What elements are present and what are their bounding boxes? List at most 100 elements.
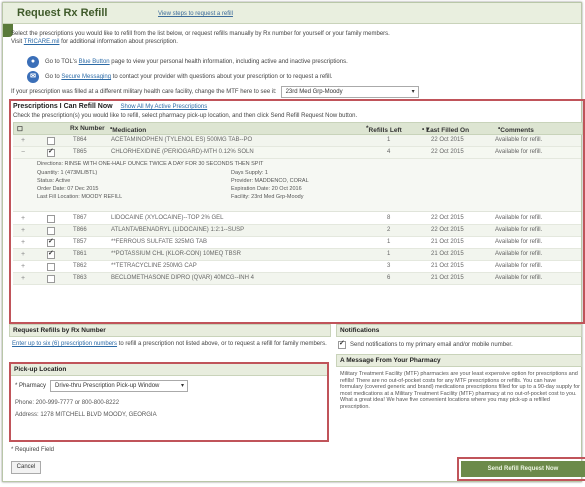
last-filled: 22 Oct 2015 <box>431 215 464 221</box>
pharmacy-select[interactable]: Drive-thru Prescription Pick-up Window ▾ <box>50 380 189 392</box>
last-filled: 21 Oct 2015 <box>431 239 464 245</box>
steps-link[interactable]: View steps to request a refill <box>158 11 233 17</box>
prescriptions-title-text: Prescriptions I Can Refill Now <box>13 103 113 110</box>
refills-left: 4 <box>387 149 391 155</box>
comment: Available for refill. <box>495 227 543 233</box>
col-last-filled[interactable]: • Last Filled On ▾ <box>422 125 469 134</box>
rx-number-title: Request Refills by Rx Number <box>9 324 331 337</box>
bullet2-text: Go to Secure Messaging to contact your p… <box>45 74 333 80</box>
prescriptions-note: Check the prescription(s) you would like… <box>13 113 358 119</box>
bullet1-post: page to view your personal health inform… <box>109 59 348 65</box>
last-filled: 22 Oct 2015 <box>431 137 464 143</box>
refills-left: 1 <box>387 137 391 143</box>
send-button-frame: Send Refill Request Now <box>457 457 585 481</box>
expand-icon[interactable]: + <box>21 227 25 234</box>
last-filled: 22 Oct 2015 <box>431 149 464 155</box>
table-row[interactable]: + T861 **POTASSIUM CHL (KLOR-CON) 10MEQ … <box>13 249 581 261</box>
col-medication[interactable]: • Medication <box>110 125 146 134</box>
medication: BECLOMETHASONE DIPRO (QVAR) 40MCG--INH 4 <box>111 275 254 281</box>
message-body: Military Treatment Facility (MTF) pharma… <box>340 371 580 410</box>
refills-left: 8 <box>387 215 391 221</box>
refill-window: Request Rx Refill View steps to request … <box>2 2 585 482</box>
refills-left: 1 <box>387 251 391 257</box>
col-comments-label: Comments <box>500 127 534 134</box>
col-refills[interactable]: * Refills Left <box>366 125 402 134</box>
required-note: * Required Field <box>11 447 55 453</box>
rx-number-note: Enter up to six (6) prescription numbers… <box>9 341 331 348</box>
pickup-title: Pick-up Location <box>11 364 327 376</box>
refills-left: 2 <box>387 227 391 233</box>
expand-icon[interactable]: + <box>21 251 25 258</box>
enter-rx-numbers-link[interactable]: Enter up to six (6) prescription numbers <box>12 341 117 347</box>
table-row[interactable]: + T862 **TETRACYCLINE 250MG CAP 3 21 Oct… <box>13 261 581 273</box>
row-checkbox[interactable] <box>47 263 55 271</box>
table-row[interactable]: + T867 LIDOCAINE (XYLOCAINE)--TOP 2% GEL… <box>13 213 581 225</box>
expand-icon[interactable]: + <box>21 137 25 144</box>
row-checkbox[interactable] <box>47 147 55 157</box>
medication: **FERROUS SULFATE 325MG TAB <box>111 239 208 245</box>
col-comments[interactable]: • Comments <box>498 125 534 134</box>
prescriptions-title: Prescriptions I Can Refill Now Show All … <box>13 103 207 110</box>
expand-icon[interactable]: + <box>21 275 25 282</box>
facility-row: If your prescription was filled at a dif… <box>11 86 419 98</box>
rx-number: T865 <box>73 149 87 155</box>
col-refills-label: Refills Left <box>368 127 402 134</box>
bullet2-pre: Go to <box>45 74 62 80</box>
send-refill-button[interactable]: Send Refill Request Now <box>461 461 585 477</box>
table-row[interactable]: + T863 BECLOMETHASONE DIPRO (QVAR) 40MCG… <box>13 273 581 285</box>
intro-line2: Visit TRICARE.mil for additional informa… <box>11 38 571 46</box>
comment: Available for refill. <box>495 263 543 269</box>
expand-icon[interactable]: + <box>21 263 25 270</box>
show-all-link[interactable]: Show All My Active Prescriptions <box>121 104 208 110</box>
prescriptions-panel: Prescriptions I Can Refill Now Show All … <box>9 99 585 324</box>
detail-order-date: Order Date: 07 Dec 2015 <box>37 186 99 192</box>
secure-messaging-row: ✉ Go to Secure Messaging to contact your… <box>27 71 333 83</box>
intro-line1: Select the prescriptions you would like … <box>11 31 390 37</box>
detail-directions: Directions: RINSE WITH ONE-HALF OUNCE TW… <box>37 161 264 167</box>
row-checkbox[interactable] <box>47 249 55 259</box>
pharmacy-address: Address: 1278 MITCHELL BLVD MOODY, GEORG… <box>15 412 157 418</box>
col-medication-label: Medication <box>112 127 147 134</box>
refills-left: 1 <box>387 239 391 245</box>
bullet1-pre: Go to TOL's <box>45 59 79 65</box>
table-row[interactable]: + T866 ATLANTA/BENADRYL (LIDOCAINE) 1:2:… <box>13 225 581 237</box>
notifications-title: Notifications <box>336 324 582 337</box>
table-row[interactable]: + T864 ACETAMINOPHEN (TYLENOL ES) 500MG … <box>13 135 581 147</box>
select-all-icon[interactable]: ☐ <box>17 125 23 133</box>
pickup-panel: Pick-up Location * Pharmacy Drive-thru P… <box>9 362 329 442</box>
cancel-button[interactable]: Cancel <box>11 461 41 474</box>
row-checkbox[interactable] <box>47 275 55 283</box>
rx-number-note-text: to refill a prescription not listed abov… <box>117 341 327 347</box>
blue-button-link[interactable]: Blue Button <box>79 59 110 65</box>
row-checkbox[interactable] <box>47 227 55 235</box>
col-last-label: Last Filled On <box>426 127 470 134</box>
notifications-checkbox[interactable] <box>338 339 346 349</box>
table-row[interactable]: + T857 **FERROUS SULFATE 325MG TAB 1 21 … <box>13 237 581 249</box>
page-header: Request Rx Refill View steps to request … <box>3 3 581 24</box>
secure-messaging-link[interactable]: Secure Messaging <box>61 74 111 80</box>
collapse-icon[interactable]: − <box>21 149 25 156</box>
facility-label: If your prescription was filled at a dif… <box>11 89 277 95</box>
intro-line2-post: for additional information about prescri… <box>59 39 178 45</box>
facility-select-value: 23rd Med Grp-Moody <box>285 89 343 95</box>
comment: Available for refill. <box>495 149 543 155</box>
detail-days-supply: Days Supply: 1 <box>231 170 268 176</box>
refills-left: 6 <box>387 275 391 281</box>
row-checkbox[interactable] <box>47 137 55 145</box>
comment: Available for refill. <box>495 239 543 245</box>
facility-select[interactable]: 23rd Med Grp-Moody ▾ <box>280 86 419 98</box>
col-rx[interactable]: Rx Number <box>70 125 105 132</box>
blue-button-row: ● Go to TOL's Blue Button page to view y… <box>27 56 348 68</box>
tricare-link[interactable]: TRICARE.mil <box>24 39 60 45</box>
comment: Available for refill. <box>495 251 543 257</box>
pharmacy-phone: Phone: 200-999-7777 or 800-800-8222 <box>15 400 120 406</box>
expand-icon[interactable]: + <box>21 239 25 246</box>
row-checkbox[interactable] <box>47 237 55 247</box>
last-filled: 21 Oct 2015 <box>431 275 464 281</box>
expand-icon[interactable]: + <box>21 215 25 222</box>
rx-number: T866 <box>73 227 87 233</box>
rx-number-panel: Request Refills by Rx Number Enter up to… <box>9 324 331 348</box>
table-row[interactable]: − T865 CHLORHEXIDINE (PERIOGARD)-MTH 0.1… <box>13 147 581 159</box>
last-filled: 22 Oct 2015 <box>431 227 464 233</box>
row-checkbox[interactable] <box>47 215 55 223</box>
